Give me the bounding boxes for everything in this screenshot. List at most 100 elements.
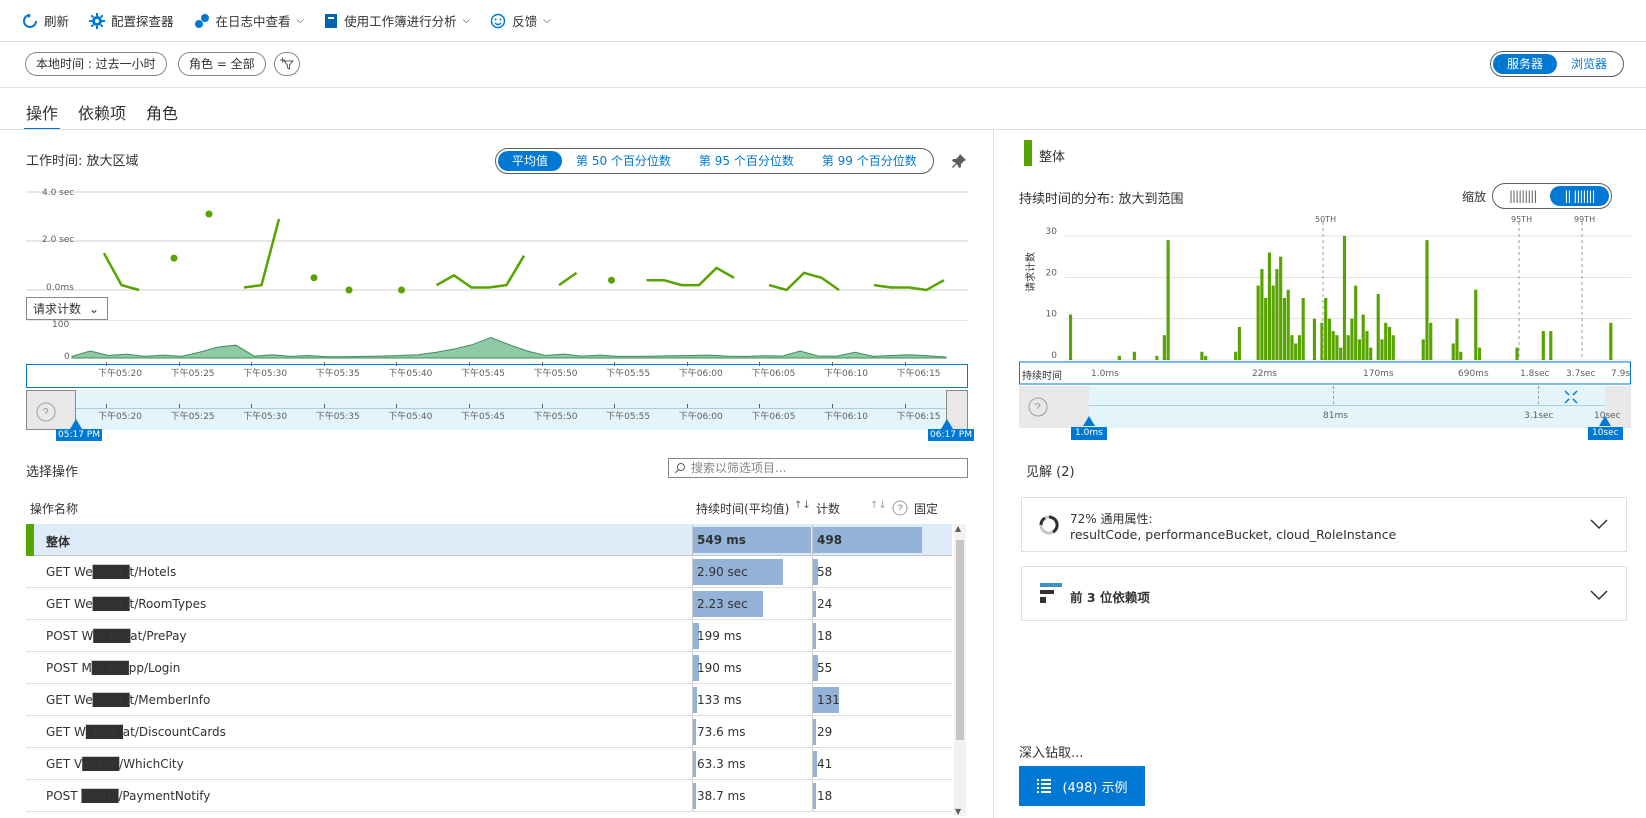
time-tick: 下午05:20 xyxy=(98,369,142,379)
tab-dependencies[interactable]: 依赖项 xyxy=(76,96,128,130)
tick-mark xyxy=(396,362,398,366)
request-count-dropdown[interactable]: 请求计数 ⌄ xyxy=(26,297,108,320)
count-cell: 55 xyxy=(812,653,948,683)
feedback-button[interactable]: 反馈 ⌵ xyxy=(490,11,551,30)
percentile-99[interactable]: 第 99 个百分位数 xyxy=(808,151,931,171)
time-tick: 下午05:55 xyxy=(606,369,651,379)
y-tick: 10 xyxy=(1046,310,1058,320)
refresh-button[interactable]: 刷新 xyxy=(22,11,69,30)
scroll-up-icon[interactable]: ▲ xyxy=(955,524,961,533)
col-header-count[interactable]: 计数 xyxy=(816,500,840,517)
time-tick: 下午05:50 xyxy=(533,369,578,379)
chevron-down-icon[interactable] xyxy=(1590,589,1608,601)
count-value: 131 xyxy=(817,693,840,707)
browser-toggle[interactable]: 浏览器 xyxy=(1557,54,1621,74)
sort-icon[interactable]: ↑↓ xyxy=(870,500,887,511)
table-row[interactable]: GET We████t/RoomTypes 2.23 sec 24 xyxy=(26,588,952,620)
samples-button[interactable]: (498) 示例 xyxy=(1019,766,1145,806)
table-row[interactable]: GET We████t/MemberInfo 133 ms 131 xyxy=(26,684,952,716)
insight1-line1: 72% 通用属性: xyxy=(1070,512,1153,526)
search-input[interactable]: 搜索以筛选项目... xyxy=(668,458,968,478)
duration-value: 73.6 ms xyxy=(697,725,746,739)
histogram-bar xyxy=(1271,285,1275,360)
table-row-overall[interactable]: 整体 549 ms 498 xyxy=(26,524,952,556)
brush-end-marker[interactable] xyxy=(940,419,954,429)
operation-name: GET We████t/MemberInfo xyxy=(46,693,211,707)
server-toggle[interactable]: 服务器 xyxy=(1493,54,1558,74)
duration-value: 133 ms xyxy=(697,693,742,707)
duration-brush-baseline xyxy=(1089,405,1605,406)
insight-common-properties[interactable]: 72% 通用属性: resultCode, performanceBucket,… xyxy=(1021,497,1627,552)
insight-top-dependencies[interactable]: 前 3 位依赖项 xyxy=(1021,566,1627,621)
scrollbar-thumb[interactable] xyxy=(956,540,964,740)
col-header-name[interactable]: 操作名称 xyxy=(30,500,78,517)
duration-value: 38.7 ms xyxy=(697,789,746,803)
table-row[interactable]: POST M████pp/Login 190 ms 55 xyxy=(26,652,952,684)
analyze-workbook-button[interactable]: 使用工作簿进行分析 ⌵ xyxy=(324,11,470,30)
brush-start-marker[interactable] xyxy=(69,419,83,429)
range-start-label: 1.0ms xyxy=(1071,427,1107,440)
histogram-bar xyxy=(1286,289,1290,360)
chevron-down-icon[interactable] xyxy=(1590,518,1608,530)
pin-icon[interactable] xyxy=(950,152,968,170)
series-line-segment xyxy=(102,252,140,292)
table-scrollbar[interactable]: ▲ ▼ xyxy=(954,524,966,816)
tab-roles[interactable]: 角色 xyxy=(144,96,180,130)
data-point xyxy=(310,274,318,282)
histogram-bar xyxy=(1290,335,1294,360)
histogram-bar xyxy=(1429,322,1433,360)
histogram-bar xyxy=(1256,285,1260,360)
operation-name: POST W████at/PrePay xyxy=(46,629,187,643)
table-row[interactable]: GET We████t/Hotels 2.90 sec 58 xyxy=(26,556,952,588)
series-line-segment xyxy=(873,279,945,292)
percentile-avg[interactable]: 平均值 xyxy=(498,151,563,171)
zoom-in-option[interactable]: || ||||||| xyxy=(1550,186,1609,206)
tab-operations[interactable]: 操作 xyxy=(24,96,61,130)
view-in-logs-button[interactable]: 在日志中查看 ⌵ xyxy=(194,11,304,30)
zoom-out-option[interactable]: ||||||||| xyxy=(1495,186,1550,206)
y-tick-0-count: 0 xyxy=(64,352,70,362)
time-tick: 下午05:35 xyxy=(315,369,360,379)
x-tick: 22ms xyxy=(1252,369,1277,379)
table-row[interactable]: GET W████at/DiscountCards 73.6 ms 29 xyxy=(26,716,952,748)
percentile-50[interactable]: 第 50 个百分位数 xyxy=(562,151,685,171)
role-filter-pill[interactable]: 角色 = 全部 xyxy=(178,52,266,76)
duration-cell: 2.23 sec xyxy=(692,589,810,619)
overall-legend-label: 整体 xyxy=(1039,150,1066,165)
table-row[interactable]: POST ████/PaymentNotify 38.7 ms 18 xyxy=(26,780,952,812)
data-point xyxy=(345,286,353,294)
percentile-95[interactable]: 第 95 个百分位数 xyxy=(685,151,808,171)
collapse-icon[interactable] xyxy=(1564,390,1578,404)
histogram-bar xyxy=(1155,355,1159,360)
time-tick: 下午05:25 xyxy=(170,369,215,379)
col-header-duration[interactable]: 持续时间(平均值) xyxy=(696,500,789,517)
time-filter-pill[interactable]: 本地时间 : 过去一小时 xyxy=(25,52,167,76)
add-filter-button[interactable] xyxy=(274,52,300,76)
tick-mark xyxy=(323,404,325,408)
range-start-marker[interactable] xyxy=(1082,416,1096,426)
tabs-divider xyxy=(0,129,1646,130)
sort-icon[interactable]: ↑↓ xyxy=(794,500,811,511)
scroll-down-icon[interactable]: ▼ xyxy=(955,807,961,816)
smiley-icon xyxy=(491,13,506,28)
range-end-marker[interactable] xyxy=(1598,416,1612,426)
col-header-pin[interactable]: 固定 xyxy=(914,500,938,517)
duration-brush[interactable] xyxy=(1019,386,1631,428)
range-tick-3s: 3.1sec xyxy=(1524,411,1554,421)
duration-cell: 199 ms xyxy=(692,621,810,651)
table-row[interactable]: GET V████/WhichCity 63.3 ms 41 xyxy=(26,748,952,780)
tick-mark xyxy=(396,404,398,408)
tick-mark xyxy=(323,362,325,366)
reset-zoom-icon xyxy=(1028,397,1048,417)
histogram-bar xyxy=(1117,355,1121,360)
table-row[interactable]: POST W████at/PrePay 199 ms 18 xyxy=(26,620,952,652)
histogram-bar xyxy=(1474,289,1478,360)
data-point xyxy=(170,254,178,262)
duration-value: 199 ms xyxy=(697,629,742,643)
duration-bar xyxy=(693,783,696,809)
brush-start-label: 05:17 PM xyxy=(56,429,102,441)
duration-brush-left-area[interactable] xyxy=(1019,386,1089,428)
data-point xyxy=(205,210,213,218)
configure-probes-button[interactable]: 配置探查器 xyxy=(89,11,174,30)
duration-value: 549 ms xyxy=(697,533,746,547)
